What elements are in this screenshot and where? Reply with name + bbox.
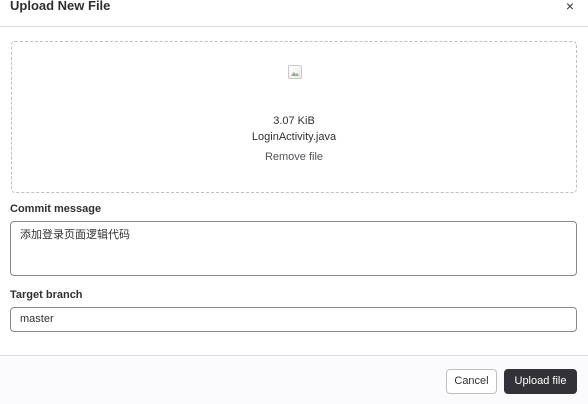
broken-image-icon [288,65,302,79]
cancel-button[interactable]: Cancel [446,369,497,394]
file-dropzone[interactable]: 3.07 KiB LoginActivity.java Remove file [11,41,577,193]
commit-message-textarea[interactable]: 添加登录页面逻辑代码 [10,221,577,276]
modal-header: Upload New File × [0,0,588,27]
modal-title: Upload New File [10,0,111,13]
modal-footer: Cancel Upload file [0,355,588,404]
target-branch-input[interactable]: master [10,307,577,332]
close-icon[interactable]: × [562,0,578,14]
file-size: 3.07 KiB [273,115,315,127]
file-name: LoginActivity.java [251,131,337,143]
upload-file-button[interactable]: Upload file [504,369,577,394]
commit-message-label: Commit message [10,203,102,215]
remove-file-button[interactable]: Remove file [12,151,576,164]
target-branch-label: Target branch [10,289,83,301]
